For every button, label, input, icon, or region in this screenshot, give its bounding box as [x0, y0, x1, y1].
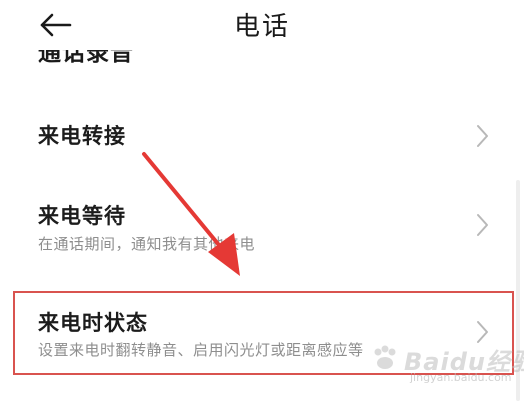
settings-row-call-recording[interactable]: 通话录音 — [0, 50, 524, 70]
page-title: 电话 — [233, 12, 290, 42]
settings-row-title: 来电等待 — [38, 204, 126, 228]
chevron-right-icon — [477, 321, 488, 343]
settings-row-subtitle: 在通话期间，通知我有其他来电 — [38, 235, 256, 253]
value-text-fragment — [408, 50, 470, 54]
chevron-right-icon — [477, 125, 488, 147]
scrollbar[interactable] — [516, 180, 520, 401]
settings-row-label: 通话录音 — [38, 50, 134, 66]
chevron-right-icon — [477, 214, 488, 236]
top-bar: 电话 — [0, 0, 524, 50]
settings-row-value — [408, 50, 470, 54]
settings-row-title: 来电转接 — [38, 124, 126, 148]
settings-row-incoming-call-status[interactable]: 来电时状态 设置来电时翻转静音、启用闪光灯或距离感应等 — [0, 293, 524, 373]
settings-row-call-waiting[interactable]: 来电等待 在通话期间，通知我有其他来电 — [0, 180, 524, 270]
phone-settings-screen: 电话 通话录音 来电转接 来电等待 在通话期间，通知我有其他来电 来电时状态 设… — [0, 0, 524, 401]
settings-row-subtitle: 设置来电时翻转静音、启用闪光灯或距离感应等 — [38, 341, 364, 359]
settings-row-title: 来电时状态 — [38, 311, 148, 335]
settings-row-call-forwarding[interactable]: 来电转接 — [0, 100, 524, 172]
